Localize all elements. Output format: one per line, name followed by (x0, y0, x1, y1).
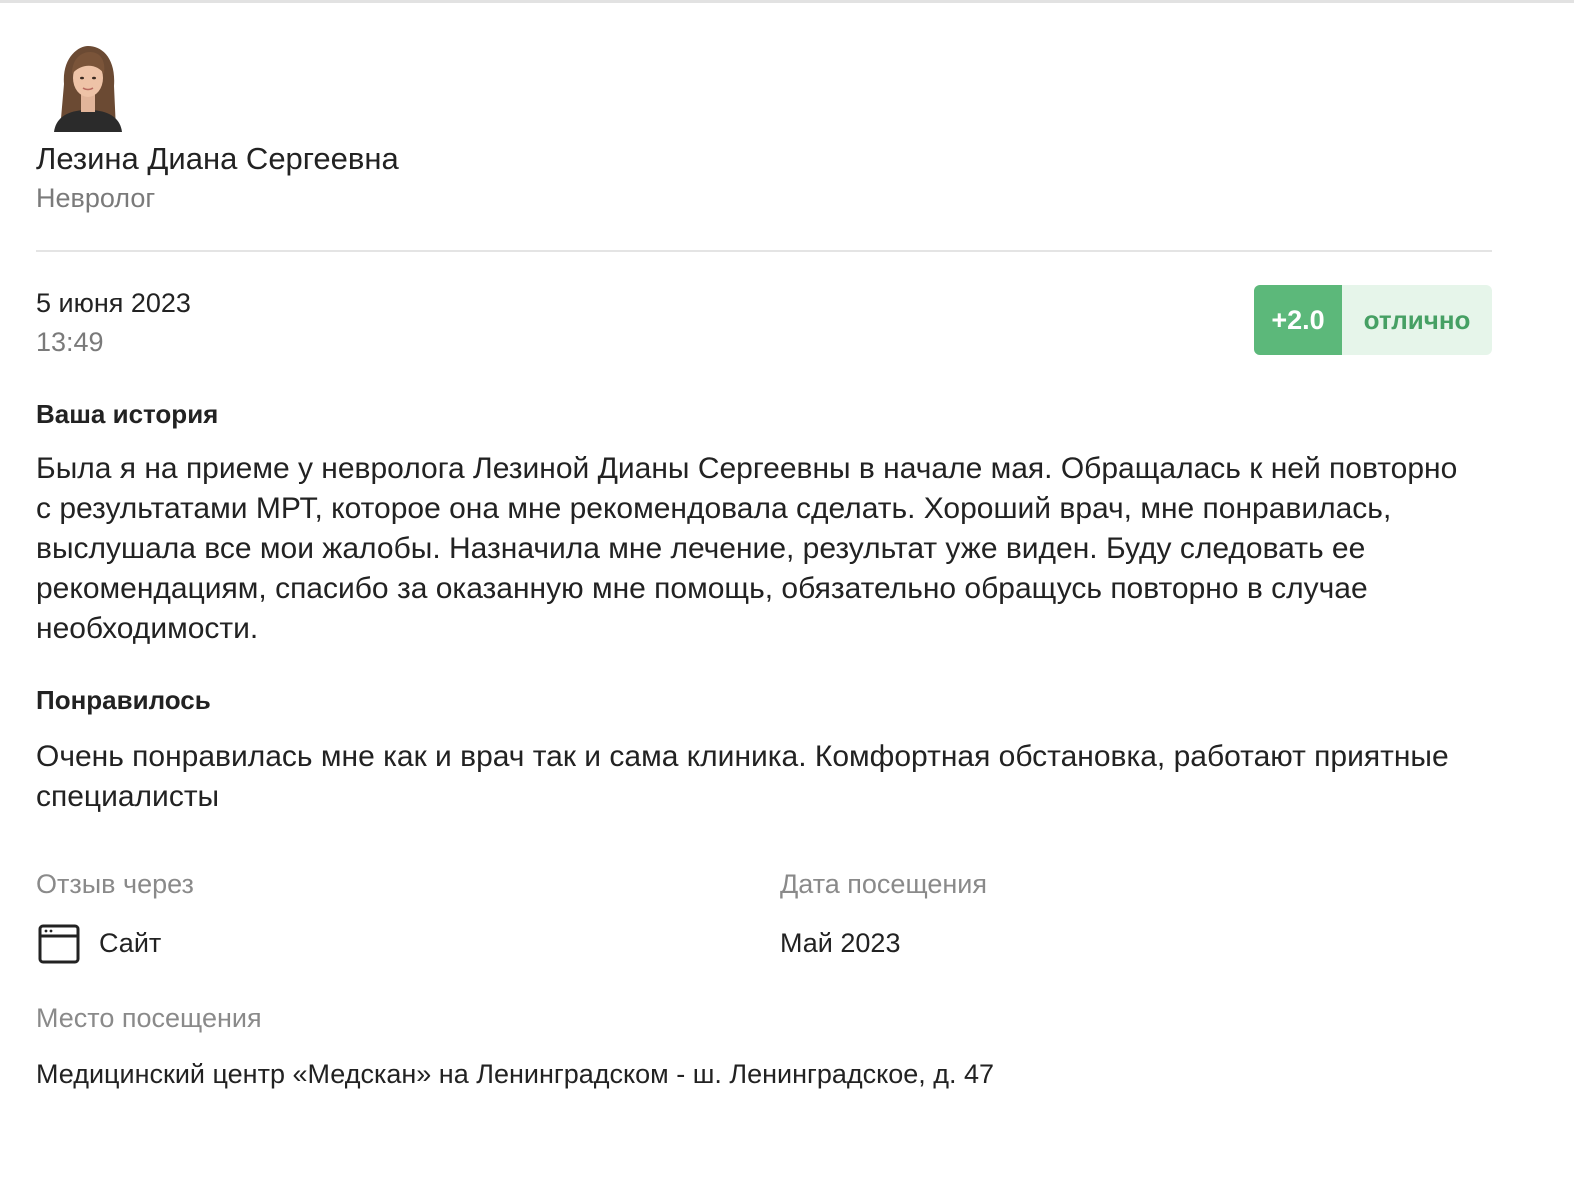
source-label: Отзыв через (36, 869, 194, 899)
top-border (0, 0, 1574, 3)
visit-date-value: Май 2023 (780, 928, 901, 958)
doctor-photo (52, 44, 124, 132)
rating-score: +2.0 (1254, 285, 1342, 355)
review-time: 13:49 (36, 327, 104, 357)
browser-window-icon (38, 924, 80, 964)
visit-date-label: Дата посещения (780, 869, 987, 899)
rating-badge: +2.0 отлично (1254, 285, 1492, 355)
story-title: Ваша история (36, 399, 219, 429)
doctor-specialty: Невролог (36, 183, 156, 213)
doctor-avatar[interactable] (52, 44, 124, 132)
doctor-name[interactable]: Лезина Диана Сергеевна (36, 140, 399, 178)
source-value: Сайт (99, 928, 162, 958)
section-divider (36, 250, 1492, 252)
liked-text: Очень понравилась мне как и врач так и с… (36, 740, 1449, 813)
liked-title: Понравилось (36, 685, 211, 715)
story-text: Была я на приеме у невролога Лезиной Диа… (36, 452, 1458, 645)
review-date: 5 июня 2023 (36, 288, 191, 318)
visit-place-value[interactable]: Медицинский центр «Медскан» на Ленинград… (36, 1058, 994, 1090)
rating-label: отлично (1363, 304, 1471, 335)
visit-place-label: Место посещения (36, 1003, 262, 1033)
